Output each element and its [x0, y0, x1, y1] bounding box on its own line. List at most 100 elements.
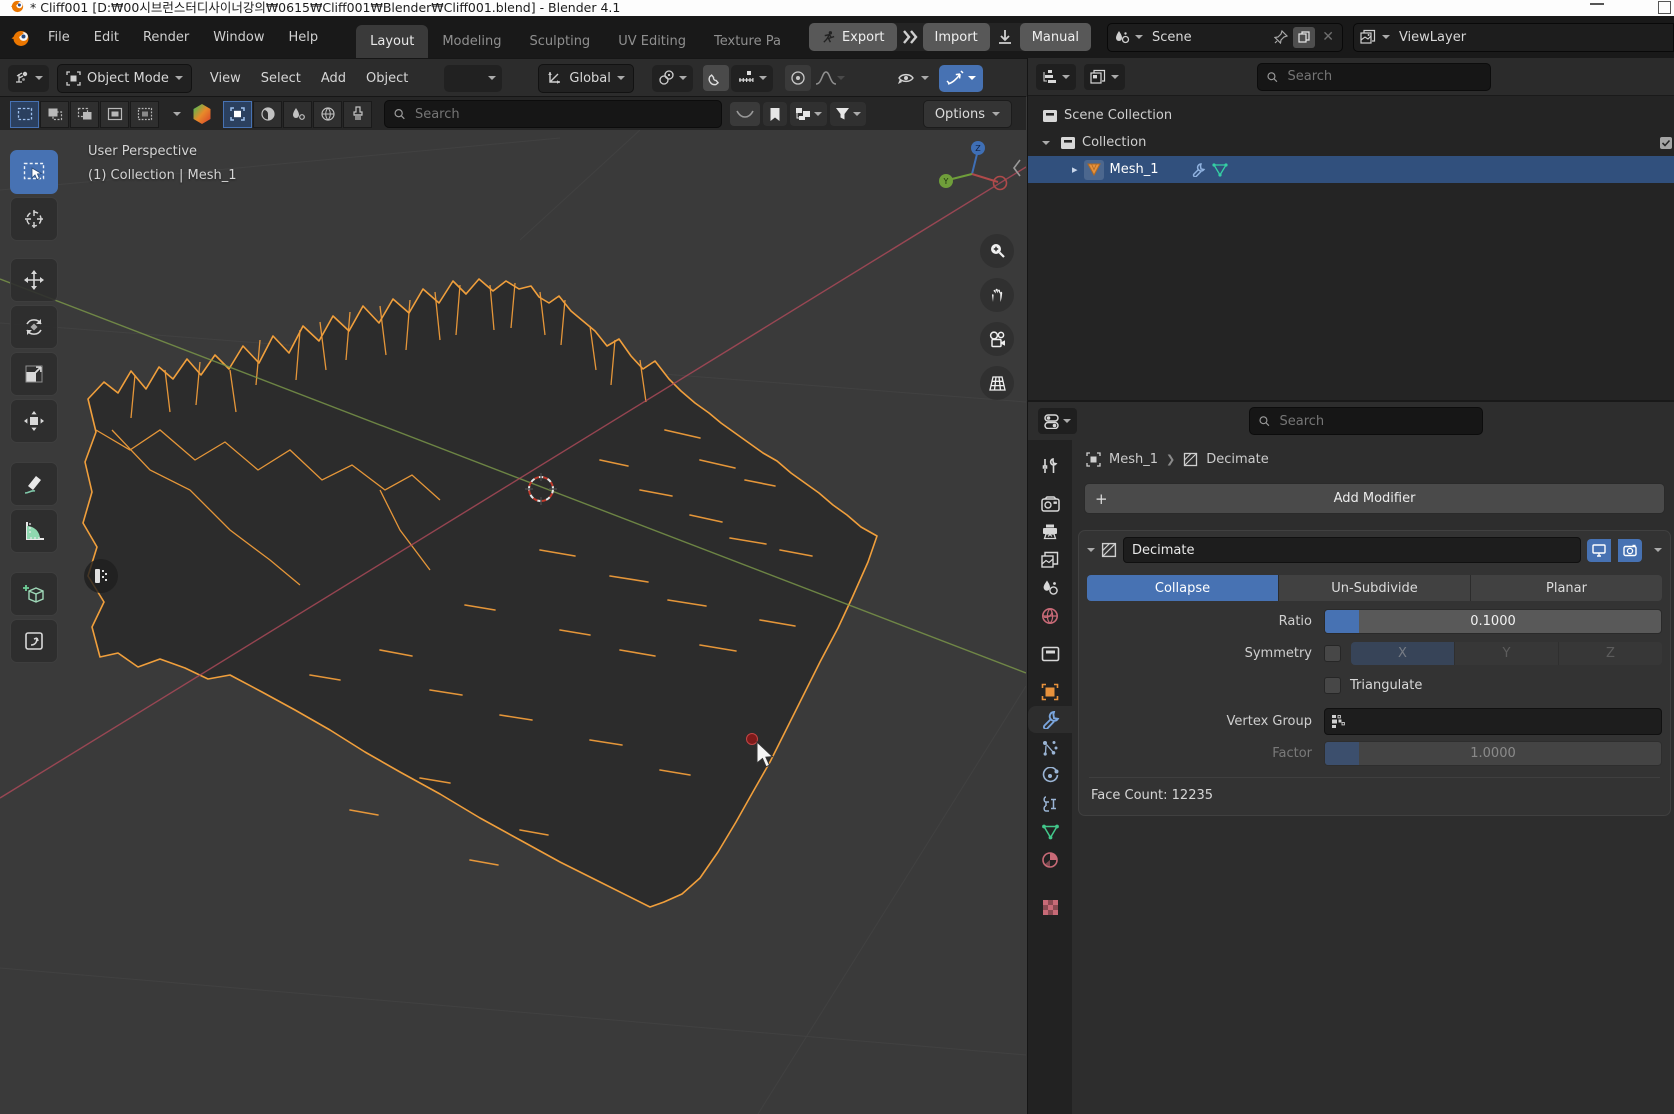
axis-x-button[interactable]: X: [1351, 642, 1455, 665]
vertex-group-field[interactable]: [1324, 708, 1662, 735]
matcap-sphere-icon[interactable]: [191, 103, 213, 125]
menu-render[interactable]: Render: [131, 30, 201, 45]
select-mode-invert[interactable]: [100, 101, 129, 128]
import-button[interactable]: Import: [923, 23, 990, 51]
editor-type-selector[interactable]: [8, 65, 49, 92]
overlay-toggle-selection[interactable]: [223, 101, 252, 128]
breadcrumb-modifier[interactable]: Decimate: [1206, 452, 1269, 467]
show-gizmo-selector[interactable]: [897, 70, 929, 86]
tab-object-data[interactable]: [1028, 818, 1072, 845]
outliner-row-collection[interactable]: Collection: [1028, 129, 1674, 156]
bookmark-button[interactable]: [763, 102, 787, 126]
tool-select-box[interactable]: [10, 150, 58, 194]
tab-constraints[interactable]: [1028, 790, 1072, 817]
falloff-selector[interactable]: [815, 70, 845, 86]
workspace-tab-sculpting[interactable]: Sculpting: [515, 25, 604, 58]
breadcrumb-object[interactable]: Mesh_1: [1109, 452, 1158, 467]
overlay-toggle-world[interactable]: [313, 101, 342, 128]
panel-collapse-chevron[interactable]: [1087, 548, 1095, 552]
ratio-slider[interactable]: 0.1000: [1324, 609, 1662, 634]
axis-z-button[interactable]: Z: [1559, 642, 1662, 665]
tab-collection[interactable]: [1028, 640, 1072, 667]
modifier-name-field[interactable]: Decimate: [1123, 537, 1581, 563]
proportional-editing-toggle[interactable]: [785, 65, 811, 91]
add-modifier-button[interactable]: + Add Modifier: [1084, 483, 1665, 514]
outliner-row-mesh[interactable]: ▸ Mesh_1: [1028, 156, 1674, 183]
workspace-tab-layout[interactable]: Layout: [356, 25, 428, 58]
menu-add[interactable]: Add: [311, 71, 356, 86]
transform-orientation-selector[interactable]: Global: [538, 64, 633, 93]
outliner-editor-type[interactable]: [1036, 64, 1076, 90]
tool-rotate[interactable]: [10, 305, 58, 349]
select-mode-intersect[interactable]: [130, 101, 159, 128]
outliner-search-input[interactable]: [1285, 68, 1482, 85]
tab-scene[interactable]: [1028, 574, 1072, 601]
scene-selector[interactable]: Scene ✕: [1107, 23, 1343, 52]
tab-texture[interactable]: [1028, 894, 1072, 921]
minimize-button[interactable]: [1590, 3, 1604, 5]
properties-search[interactable]: [1249, 407, 1483, 435]
tab-modifiers[interactable]: [1028, 706, 1072, 733]
display-render-toggle[interactable]: [1618, 539, 1642, 562]
properties-editor-type[interactable]: [1038, 408, 1077, 434]
maximize-button[interactable]: [1658, 1, 1671, 14]
menu-view[interactable]: View: [200, 71, 251, 86]
new-scene-button[interactable]: [1293, 27, 1315, 48]
options-button[interactable]: Options: [923, 100, 1012, 128]
symmetry-checkbox[interactable]: [1324, 645, 1341, 662]
tool-cursor[interactable]: [10, 197, 58, 241]
camera-view-button[interactable]: [980, 322, 1014, 356]
workspace-tab-modeling[interactable]: Modeling: [428, 25, 515, 58]
menu-window[interactable]: Window: [201, 30, 276, 45]
blender-logo-icon[interactable]: [10, 26, 32, 48]
tab-collapse[interactable]: Collapse: [1087, 575, 1279, 601]
workspace-tab-texture-paint[interactable]: Texture Pa: [700, 25, 795, 58]
workspace-tab-uv-editing[interactable]: UV Editing: [604, 25, 700, 58]
tab-material[interactable]: [1028, 846, 1072, 873]
overlay-toggle-shading[interactable]: [253, 101, 282, 128]
tool-transform[interactable]: [10, 399, 58, 443]
axis-y-button[interactable]: Y: [1455, 642, 1559, 665]
ortho-toggle-button[interactable]: [980, 366, 1014, 400]
tool-extra[interactable]: [10, 619, 58, 663]
manual-button[interactable]: Manual: [1020, 23, 1091, 51]
factor-slider[interactable]: 1.0000: [1324, 741, 1662, 766]
menu-file[interactable]: File: [36, 30, 82, 45]
triangulate-checkbox[interactable]: [1324, 677, 1341, 694]
unlink-scene-icon[interactable]: ✕: [1320, 29, 1336, 45]
display-mode-selector[interactable]: [790, 102, 827, 126]
mode-selector[interactable]: Object Mode: [57, 64, 192, 93]
tab-tool[interactable]: [1028, 452, 1072, 479]
pivot-point-selector[interactable]: [652, 65, 693, 92]
tab-render[interactable]: [1028, 490, 1072, 517]
modifier-extras-chevron[interactable]: [1654, 548, 1662, 552]
select-mode-subtract[interactable]: [70, 101, 99, 128]
menu-help[interactable]: Help: [277, 30, 331, 45]
toolbar-popover-button[interactable]: [84, 559, 118, 593]
chevron-down-icon[interactable]: [173, 112, 181, 116]
curve-widget-button[interactable]: [730, 102, 760, 126]
display-realtime-toggle[interactable]: [1587, 539, 1611, 562]
viewport-search[interactable]: [384, 100, 722, 128]
tab-physics[interactable]: [1028, 762, 1072, 789]
tab-world[interactable]: [1028, 602, 1072, 629]
zoom-button[interactable]: [980, 234, 1014, 268]
tab-particles[interactable]: [1028, 734, 1072, 761]
menu-edit[interactable]: Edit: [82, 30, 131, 45]
outliner-row-scene-collection[interactable]: Scene Collection: [1028, 102, 1674, 129]
tool-measure[interactable]: [10, 509, 58, 553]
tab-object[interactable]: [1028, 678, 1072, 705]
tab-output[interactable]: [1028, 518, 1072, 545]
snap-toggle[interactable]: [703, 65, 729, 91]
tool-prompt-dropdown[interactable]: [444, 65, 502, 92]
overlays-toggle[interactable]: [939, 65, 983, 92]
tool-annotate[interactable]: [10, 462, 58, 506]
export-button[interactable]: Export: [809, 23, 897, 51]
expand-chevron-icon[interactable]: [1042, 141, 1050, 145]
tab-unsubdivide[interactable]: Un-Subdivide: [1279, 575, 1471, 601]
outliner-search[interactable]: [1257, 63, 1491, 91]
tool-scale[interactable]: [10, 352, 58, 396]
pan-button[interactable]: [980, 278, 1014, 312]
menu-select[interactable]: Select: [251, 71, 311, 86]
exclude-checkbox-icon[interactable]: [1659, 136, 1673, 150]
